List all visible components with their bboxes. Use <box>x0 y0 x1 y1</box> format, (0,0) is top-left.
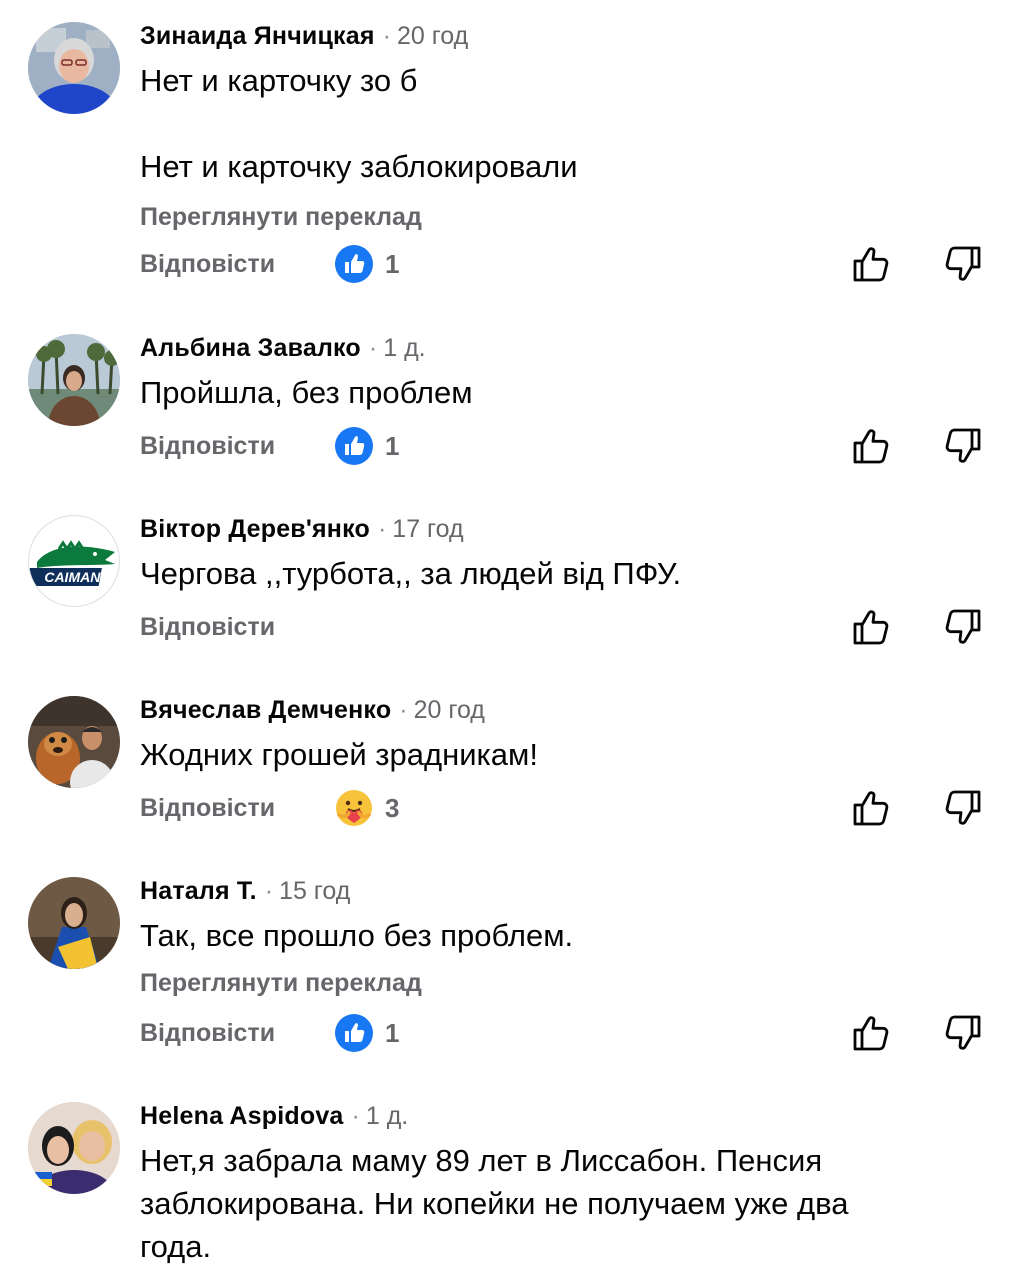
like-button[interactable] <box>851 788 891 828</box>
reply-button[interactable]: Відповісти <box>140 794 275 823</box>
reaction-summary[interactable]: 3 <box>335 788 399 828</box>
comment-time[interactable]: 15 год <box>279 877 350 905</box>
like-reaction-icon <box>335 1014 373 1052</box>
author-name[interactable]: Наталя Т. <box>140 877 257 905</box>
reaction-count: 3 <box>385 792 400 823</box>
separator-dot: · <box>377 515 387 543</box>
comment-actions: Відповісти 1 <box>0 1013 1020 1057</box>
reaction-count: 1 <box>385 430 400 461</box>
thumbs-up-outline-icon <box>853 1016 889 1051</box>
comment-text: Чергова ,,турбота,, за людей від ПФУ. <box>140 552 940 595</box>
author-name[interactable]: Helena Aspidova <box>140 1102 344 1130</box>
comment-actions: Відповісти 1 <box>0 244 1020 288</box>
comment-time[interactable]: 17 год <box>392 515 463 543</box>
reply-button[interactable]: Відповісти <box>140 613 275 642</box>
comment-header: Вячеслав Демченко · 20 год <box>140 696 485 725</box>
like-button[interactable] <box>851 244 891 284</box>
avatar[interactable] <box>28 877 120 969</box>
see-translation-link[interactable]: Переглянути переклад <box>140 969 422 998</box>
dislike-button[interactable] <box>943 244 983 284</box>
dislike-button[interactable] <box>943 788 983 828</box>
comment-text-line: Нет и карточку зо б <box>140 63 418 98</box>
like-reaction-icon <box>335 427 373 465</box>
avatar[interactable] <box>28 1102 120 1194</box>
comment-text-line: Нет,я забрала маму 89 лет в Лиссабон. Пе… <box>140 1143 823 1178</box>
avatar-image <box>28 334 120 426</box>
thumbs-down-outline-icon <box>945 246 981 281</box>
author-name[interactable]: Вячеслав Демченко <box>140 696 391 724</box>
avatar[interactable] <box>28 696 120 788</box>
comment-time[interactable]: 1 д. <box>366 1102 408 1130</box>
see-translation-link[interactable]: Переглянути переклад <box>140 203 422 232</box>
comment-actions: Відповісти 1 <box>0 426 1020 470</box>
author-name[interactable]: Зинаида Янчицкая <box>140 22 375 50</box>
avatar-image <box>28 22 120 114</box>
author-name[interactable]: Віктор Дерев'янко <box>140 515 370 543</box>
comment-text-line: заблокирована. Ни копейки не получаем уж… <box>140 1186 849 1221</box>
comment-text: Нет и карточку зо б Нет и карточку забло… <box>140 59 940 188</box>
comment-header: Віктор Дерев'янко · 17 год <box>140 515 464 544</box>
avatar[interactable]: CAIMANS <box>28 515 120 607</box>
comment-actions: Відповісти <box>0 607 1020 651</box>
avatar[interactable] <box>28 334 120 426</box>
thumbs-down-outline-icon <box>945 428 981 463</box>
comment-text-line: года. <box>140 1229 212 1264</box>
reply-button[interactable]: Відповісти <box>140 1019 275 1048</box>
thumbs-down-outline-icon <box>945 609 981 644</box>
comment-text-line <box>140 102 940 145</box>
comment-header: Зинаида Янчицкая · 20 год <box>140 22 468 51</box>
reply-button[interactable]: Відповісти <box>140 250 275 279</box>
avatar-image: CAIMANS <box>29 516 119 606</box>
separator-dot: · <box>382 22 391 50</box>
reaction-summary[interactable]: 1 <box>335 244 399 284</box>
avatar-image <box>28 877 120 969</box>
like-button[interactable] <box>851 607 891 647</box>
comment-text: Пройшла, без проблем <box>140 371 940 414</box>
comment-text-line: Жодних грошей зрадникам! <box>140 737 538 772</box>
avatar-image <box>28 1102 120 1194</box>
reaction-summary[interactable]: 1 <box>335 426 399 466</box>
thumbs-up-outline-icon <box>853 429 889 464</box>
separator-dot: · <box>399 696 408 724</box>
reaction-count: 1 <box>385 1017 400 1048</box>
dislike-button[interactable] <box>943 607 983 647</box>
avatar-logo-text: CAIMANS <box>44 569 110 585</box>
comment-actions: Відповісти 3 <box>0 788 1020 832</box>
comment-time[interactable]: 20 год <box>414 696 485 724</box>
comment-text-line: Так, все прошло без проблем. <box>140 918 574 953</box>
comment-header: Helena Aspidova · 1 д. <box>140 1102 408 1131</box>
dislike-button[interactable] <box>943 1013 983 1053</box>
comment-text: Так, все прошло без проблем. <box>140 914 940 957</box>
dislike-button[interactable] <box>943 426 983 466</box>
comment-header: Альбина Завалко · 1 д. <box>140 334 426 363</box>
avatar[interactable] <box>28 22 120 114</box>
thumbs-up-outline-icon <box>853 247 889 282</box>
thumbs-down-outline-icon <box>945 1015 981 1050</box>
like-reaction-icon <box>335 245 373 283</box>
comment-text-line: Пройшла, без проблем <box>140 375 473 410</box>
separator-dot: · <box>264 877 274 905</box>
reaction-count: 1 <box>385 248 400 279</box>
comment-text-line: Чергова ,,турбота,, за людей від ПФУ. <box>140 556 682 591</box>
like-button[interactable] <box>851 426 891 466</box>
like-button[interactable] <box>851 1013 891 1053</box>
thumbs-down-outline-icon <box>945 790 981 825</box>
reply-button[interactable]: Відповісти <box>140 432 275 461</box>
avatar-image <box>28 696 120 788</box>
comment-text-line: Нет и карточку заблокировали <box>140 149 578 184</box>
separator-dot: · <box>368 334 378 362</box>
thumbs-up-outline-icon <box>853 791 889 826</box>
comment-time[interactable]: 20 год <box>397 22 468 50</box>
comment-time[interactable]: 1 д. <box>383 334 425 362</box>
thumbs-up-outline-icon <box>853 610 889 645</box>
separator-dot: · <box>351 1102 360 1130</box>
care-reaction-icon <box>336 790 372 826</box>
comment-header: Наталя Т. · 15 год <box>140 877 350 906</box>
author-name[interactable]: Альбина Завалко <box>140 334 361 362</box>
comment-text: Жодних грошей зрадникам! <box>140 733 940 776</box>
reaction-summary[interactable]: 1 <box>335 1013 399 1053</box>
comment-text: Нет,я забрала маму 89 лет в Лиссабон. Пе… <box>140 1139 940 1268</box>
